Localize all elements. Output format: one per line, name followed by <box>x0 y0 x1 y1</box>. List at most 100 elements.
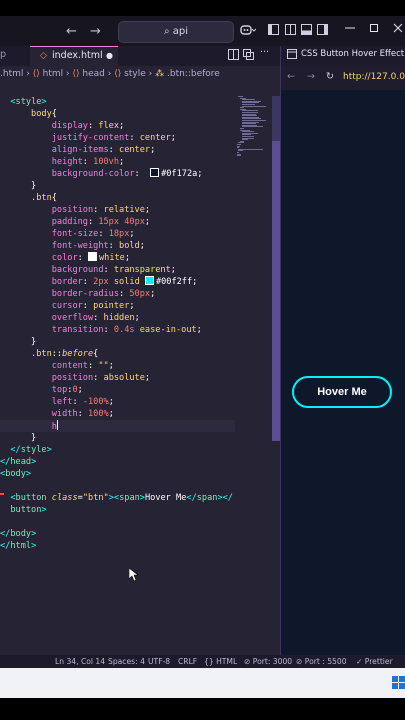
preview-tab[interactable]: CSS Button Hover Effect <box>281 46 405 66</box>
forward-arrow-icon[interactable]: → <box>90 24 101 39</box>
code-line[interactable]: .btn::before{ <box>0 348 98 360</box>
code-line[interactable]: </html> <box>0 540 36 552</box>
code-token: hidden <box>103 313 135 323</box>
code-line[interactable]: font-weight: bold; <box>0 240 145 252</box>
maximize-icon[interactable] <box>369 22 379 37</box>
back-arrow-icon[interactable]: ← <box>66 24 77 39</box>
tab-index-html[interactable]: ◇ index.html ● <box>30 46 118 67</box>
code-token: ; <box>134 313 140 323</box>
code-token: style <box>15 97 42 107</box>
breadcrumb-separator: › <box>107 69 112 79</box>
encoding[interactable]: UTF-8 <box>148 655 170 668</box>
breadcrumb-html[interactable]: html <box>43 69 64 79</box>
code-line[interactable]: body{ <box>0 108 57 120</box>
live-server-port[interactable]: ⊘ Port: 3000 <box>244 655 292 668</box>
code-line[interactable]: button> <box>0 504 46 516</box>
hover-me-button[interactable]: Hover Me <box>292 376 392 408</box>
back-arrow-icon[interactable]: ← <box>287 71 295 82</box>
code-line[interactable]: display: flex; <box>0 120 124 132</box>
code-token: pointer <box>93 301 130 311</box>
code-token: : <box>103 265 114 275</box>
code-line[interactable]: <body> <box>0 468 31 480</box>
breadcrumb-style[interactable]: style <box>124 69 146 79</box>
code-line[interactable]: </body> <box>0 528 36 540</box>
split-editor-icon[interactable] <box>228 49 239 63</box>
command-center-search[interactable]: ⌕ api <box>118 21 234 43</box>
line-ending[interactable]: CRLF <box>178 655 197 668</box>
code-token: : <box>108 145 120 155</box>
code-token: ; <box>144 205 151 215</box>
code-line[interactable]: } <box>0 336 36 348</box>
prettier-status[interactable]: ✓ Prettier <box>356 655 393 668</box>
code-token: : <box>103 325 114 335</box>
code-token: border-radius <box>51 289 120 299</box>
minimap[interactable] <box>237 96 270 157</box>
code-token: : <box>93 313 104 323</box>
code-line[interactable]: overflow: hidden; <box>0 312 140 324</box>
code-token: class <box>51 493 78 503</box>
code-line[interactable]: </style> <box>0 444 51 456</box>
copilot-icon[interactable] <box>240 24 257 39</box>
forward-arrow-icon[interactable]: → <box>307 71 315 82</box>
cursor-position[interactable]: Ln 34, Col 14 <box>55 655 105 668</box>
code-line[interactable]: } <box>0 180 36 192</box>
color-swatch[interactable] <box>144 276 154 285</box>
toggle-panel-icon[interactable] <box>301 24 312 38</box>
code-token: : <box>87 361 99 371</box>
code-line[interactable]: <button class="btn"><span>Hover Me</span… <box>0 492 233 504</box>
code-token: .btn <box>31 193 52 203</box>
code-line[interactable]: .btn{ <box>0 192 57 204</box>
preview-url[interactable]: http://127.0.0. <box>343 72 405 82</box>
code-token: span <box>196 493 218 503</box>
toggle-layout-icon[interactable] <box>285 24 296 38</box>
toggle-sidebar-icon[interactable] <box>268 24 279 38</box>
live-preview-port[interactable]: ⊘ Port : 5500 <box>296 655 347 668</box>
code-line[interactable]: background: transparent; <box>0 264 176 276</box>
code-line[interactable]: left: -100%; <box>0 396 114 408</box>
code-line[interactable]: width: 100%; <box>0 408 114 420</box>
code-line[interactable]: background-color: #0f172a; <box>0 168 202 180</box>
code-line[interactable]: transition: 0.4s ease-in-out; <box>0 324 202 336</box>
color-swatch[interactable] <box>150 168 160 177</box>
code-line[interactable]: </head> <box>0 456 36 468</box>
breadcrumb-head[interactable]: head <box>82 69 104 79</box>
code-token: "btn" <box>82 493 109 503</box>
indentation[interactable]: Spaces: 4 <box>108 655 145 668</box>
color-swatch[interactable] <box>87 252 97 261</box>
code-line[interactable]: color: white; <box>0 252 130 264</box>
code-token: center <box>119 145 151 155</box>
toggle-secondary-sidebar-icon[interactable] <box>317 24 328 38</box>
code-line[interactable]: <style> <box>0 96 46 108</box>
current-code-line[interactable]: h <box>0 420 235 432</box>
reload-icon[interactable]: ↻ <box>326 71 334 82</box>
code-line[interactable]: padding: 15px 40px; <box>0 216 150 228</box>
code-line[interactable]: align-items: center; <box>0 144 156 156</box>
unsaved-dot-icon[interactable]: ● <box>106 51 113 60</box>
code-token: ; <box>144 217 151 227</box>
code-token: </ <box>0 529 11 539</box>
code-line[interactable]: } <box>0 432 36 444</box>
code-line[interactable]: cursor: pointer; <box>0 300 135 312</box>
close-icon[interactable] <box>393 22 403 37</box>
code-line[interactable]: position: relative; <box>0 204 150 216</box>
language-mode[interactable]: {} HTML <box>204 655 237 668</box>
code-line[interactable]: justify-content: center; <box>0 132 176 144</box>
code-line[interactable]: content: ""; <box>0 360 114 372</box>
breadcrumb-selector[interactable]: .btn::before <box>167 69 220 79</box>
code-token: position <box>51 373 94 383</box>
code-token: 40px <box>124 217 145 227</box>
tab-partial[interactable]: p <box>0 49 6 60</box>
windows-start-icon[interactable] <box>392 676 405 690</box>
code-line[interactable]: border: 2px solid #00f2ff; <box>0 276 197 288</box>
code-line[interactable]: position: absolute; <box>0 372 150 384</box>
minimize-icon[interactable] <box>345 22 355 37</box>
scrollbar-thumb[interactable] <box>272 141 280 441</box>
code-line[interactable]: border-radius: 50px; <box>0 288 156 300</box>
open-changes-icon[interactable] <box>243 49 254 63</box>
code-token: border <box>51 277 83 287</box>
code-line[interactable]: top:0; <box>0 384 83 396</box>
code-line[interactable]: height: 100vh; <box>0 156 124 168</box>
more-actions-icon[interactable]: ··· <box>260 47 269 58</box>
code-line[interactable]: font-size: 18px; <box>0 228 135 240</box>
breadcrumb-file[interactable]: .html <box>0 69 23 79</box>
